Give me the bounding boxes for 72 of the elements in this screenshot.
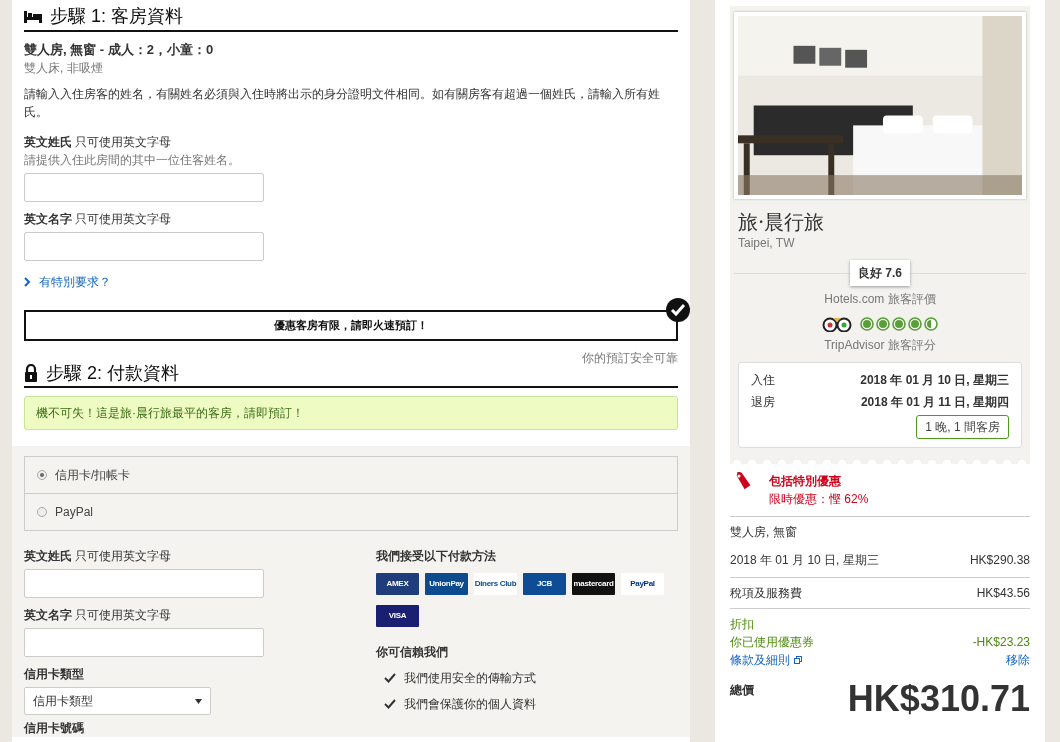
rating-bubble [860, 317, 874, 331]
line-item-label: 2018 年 01 月 10 日, 星期三 [730, 552, 879, 569]
text-field[interactable] [24, 232, 264, 262]
card-type-select[interactable]: 信用卡類型 [24, 687, 211, 716]
stay-date: 2018 年 01 月 11 日, 星期四 [860, 394, 1009, 411]
step-title: 步驟 1: 客房資料 [50, 6, 183, 28]
step-title: 步驟 2: 付款資料 [46, 362, 179, 385]
check-icon [384, 673, 396, 684]
rating-bubble [876, 317, 890, 331]
discount-amount: -HK$23.23 [972, 634, 1030, 651]
card-logo: AMEX [376, 573, 419, 596]
hotel-name: 旅·晨行旅 [738, 209, 826, 236]
text-field[interactable] [24, 628, 264, 658]
payment-option[interactable]: PayPal [25, 493, 677, 531]
check-icon [384, 699, 396, 710]
line-item-label: 稅項及服務費 [730, 585, 802, 602]
bed-icon [24, 9, 42, 24]
promo-title: 包括特別優惠 [769, 473, 842, 490]
trust-item: 我們使用安全的傳輸方式 [404, 670, 536, 688]
nights-badge: 1 晚, 1 間客房 [916, 415, 1009, 439]
card-logo: UnionPay [425, 573, 468, 596]
field-label: 英文名字 只可使用英文字母 [24, 607, 173, 625]
instructions-text: 請輸入入住房客的姓名，有關姓名必須與入住時將出示的身分證明文件相同。如有關房客有超過一個姓氏，請輸入所有姓氏。 [24, 86, 661, 122]
owl-icon [822, 316, 852, 332]
coupon-label: 你已使用優惠券 [730, 634, 814, 651]
terms-link[interactable]: 條款及細則 [730, 651, 802, 669]
card-logo: Diners Club [474, 573, 517, 596]
card-logo: VISA [376, 605, 419, 628]
total-price: HK$310.71 [847, 681, 1030, 717]
chevron-icon [24, 277, 31, 288]
rating-bubble [908, 317, 922, 331]
external-link-icon [794, 656, 802, 664]
helper-text: 請提供入住此房間的其中一位住客姓名。 [24, 152, 241, 170]
line-item-amount: HK$290.38 [969, 552, 1030, 569]
remove-link[interactable]: 移除 [972, 651, 1030, 669]
room-title: 雙人房, 無窗 - 成人：2，小童：0 [24, 40, 215, 59]
text-field[interactable] [24, 569, 264, 599]
stay-label: 退房 [751, 394, 775, 411]
card-logo: PayPal [621, 573, 664, 596]
field-label: 英文名字 只可使用英文字母 [24, 211, 173, 229]
card-logo: JCB [523, 573, 566, 596]
discount-label: 折扣 [730, 616, 755, 633]
total-label: 總價 [730, 682, 754, 699]
tag-icon [735, 472, 753, 490]
trust-item: 我們會保護你的個人資料 [404, 696, 536, 714]
radio-button[interactable] [37, 507, 47, 518]
rating-badge: 良好 7.6 [850, 260, 910, 286]
field-label: 英文姓氏 只可使用英文字母 [24, 548, 173, 566]
promo-alert: 機不可失！這是旅·晨行旅最平的客房，請即預訂！ [24, 396, 678, 431]
field-label: 英文姓氏 只可使用英文字母 [24, 134, 173, 152]
lock-icon [24, 364, 38, 383]
section-title: 我們接受以下付款方法 [376, 548, 497, 566]
stay-label: 入住 [751, 372, 775, 389]
text-field[interactable] [24, 173, 264, 203]
promo-subtitle: 限時優惠：慳 62% [769, 491, 869, 508]
rating-bubble [892, 317, 906, 331]
field-label: 信用卡號碼 [24, 720, 85, 738]
card-logo: mastercard [572, 573, 615, 596]
rating-bubble [924, 317, 938, 331]
stay-date: 2018 年 01 月 10 日, 星期三 [860, 372, 1009, 389]
secure-note: 你的預訂安全可靠 [582, 349, 678, 367]
field-label: 信用卡類型 [24, 666, 85, 684]
hotel-location: Taipei, TW [738, 235, 796, 252]
room-detail: 雙人床, 非吸煙 [24, 60, 104, 78]
caret-icon [195, 698, 202, 704]
special-request-link[interactable]: 有特別要求？ [24, 273, 111, 292]
line-item-amount: HK$43.56 [976, 585, 1030, 602]
rating-label: TripAdvisor 旅客評分 [823, 337, 937, 354]
radio-button[interactable] [37, 470, 47, 481]
section-title: 你可信賴我們 [376, 644, 449, 662]
rating-source: Hotels.com 旅客評價 [823, 291, 937, 308]
room-name: 雙人房, 無窗 [730, 516, 1030, 541]
